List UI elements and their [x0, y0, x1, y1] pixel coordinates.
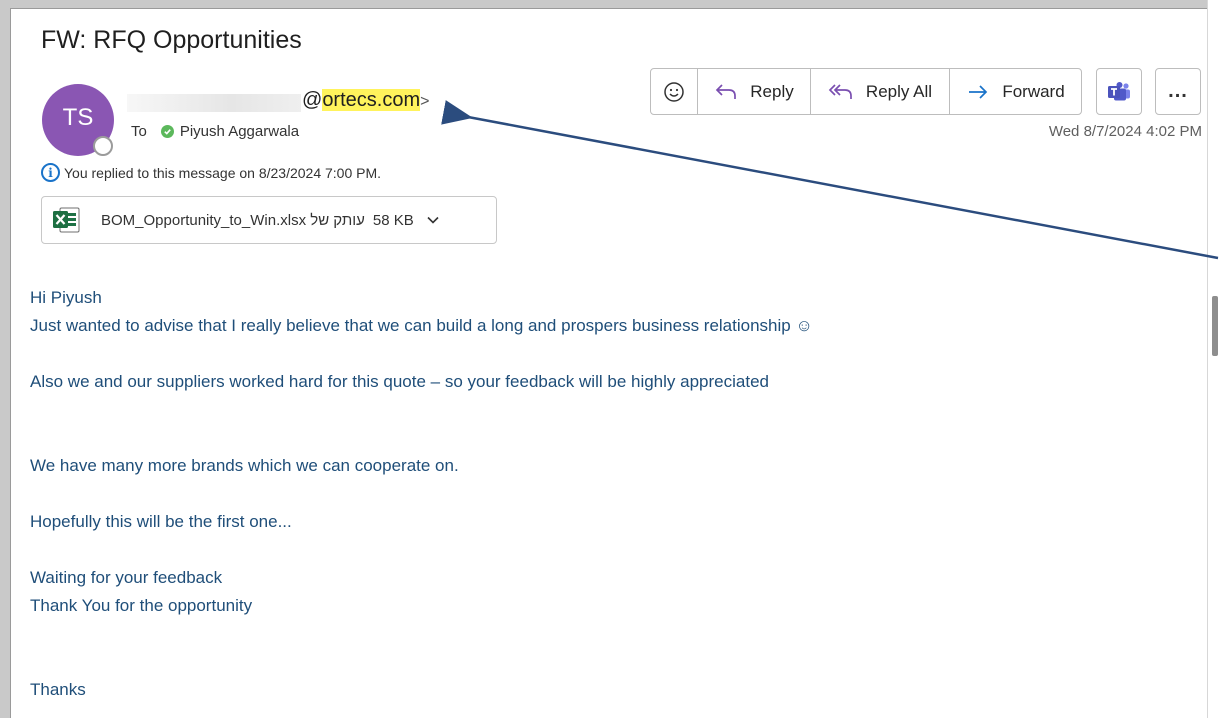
- message-actions-toolbar: Reply Reply All Forward: [650, 68, 1082, 115]
- forward-button[interactable]: Forward: [950, 69, 1081, 114]
- message-date: Wed 8/7/2024 4:02 PM: [1048, 123, 1202, 140]
- avatar-initials: TS: [62, 104, 94, 131]
- body-line: Just wanted to advise that I really beli…: [30, 316, 813, 335]
- body-line: We have many more brands which we can co…: [30, 456, 459, 475]
- chevron-down-icon[interactable]: [426, 213, 440, 227]
- recipient-name[interactable]: Piyush Aggarwala: [180, 123, 299, 140]
- more-actions-button[interactable]: ...: [1155, 68, 1201, 115]
- presence-status-icon: [93, 136, 113, 156]
- body-line: Also we and our suppliers worked hard fo…: [30, 372, 769, 391]
- scrollbar-thumb[interactable]: [1212, 296, 1218, 356]
- reply-all-button[interactable]: Reply All: [811, 69, 950, 114]
- react-button[interactable]: [651, 69, 698, 114]
- reply-all-label: Reply All: [865, 81, 933, 101]
- teams-chat-button[interactable]: [1096, 68, 1142, 115]
- smiley-icon: [664, 81, 684, 102]
- recipients-line: To Piyush Aggarwala: [131, 123, 299, 140]
- replied-notice-text: You replied to this message on 8/23/2024…: [64, 164, 382, 181]
- body-line: Hi Piyush: [30, 288, 102, 307]
- message-subject: FW: RFQ Opportunities: [41, 26, 302, 54]
- forward-arrow-icon: [969, 84, 988, 99]
- sender-email[interactable]: @ortecs.com>: [302, 89, 429, 112]
- scrollbar-track[interactable]: [1207, 0, 1224, 718]
- body-line: Hopefully this will be the first one...: [30, 512, 292, 531]
- reply-button[interactable]: Reply: [698, 69, 811, 114]
- attachment-card[interactable]: עותק של BOM_Opportunity_to_Win.xlsx 58 K…: [41, 196, 497, 244]
- message-body: Hi Piyush Just wanted to advise that I r…: [30, 284, 813, 704]
- email-close: >: [420, 93, 430, 110]
- reply-label: Reply: [750, 81, 794, 101]
- excel-icon: [51, 205, 81, 235]
- available-status-icon: [160, 125, 174, 138]
- teams-icon: [1108, 81, 1130, 100]
- replied-notice: i You replied to this message on 8/23/20…: [41, 163, 381, 182]
- email-domain: ortecs.com: [322, 89, 421, 111]
- forward-label: Forward: [1002, 81, 1065, 101]
- body-line: Waiting for your feedback: [30, 568, 223, 587]
- body-line: Thanks: [30, 680, 86, 699]
- reply-all-icon: [828, 83, 852, 99]
- body-line: Thank You for the opportunity: [30, 596, 253, 615]
- to-label: To: [131, 123, 147, 140]
- attachment-size: 58 KB: [372, 211, 414, 229]
- attachment-name: עותק של BOM_Opportunity_to_Win.xlsx: [101, 211, 365, 229]
- redacted-sender-name: [127, 94, 301, 112]
- email-at: @: [302, 89, 323, 111]
- info-icon: i: [41, 163, 60, 182]
- reply-icon: [716, 83, 737, 99]
